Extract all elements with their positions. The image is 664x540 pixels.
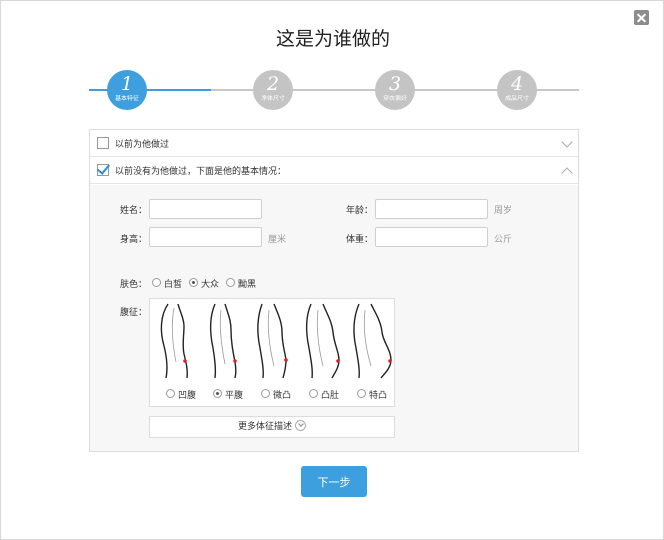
step-number: 2 [266,73,280,95]
height-unit: 厘米 [268,235,287,245]
height-label: 身高： [120,235,148,245]
belly-concave-figure-icon[interactable] [154,302,200,380]
step-4[interactable]: 4 成品尺寸 [497,70,537,110]
step-label: 成品尺寸 [505,94,529,102]
close-icon[interactable] [634,10,649,25]
next-step-button[interactable]: 下一步 [301,466,367,497]
more-features-button[interactable]: 更多体征描述 [149,416,395,438]
weight-input[interactable] [375,227,488,247]
belly-label: 腹征： [120,308,148,318]
name-input[interactable] [149,199,262,219]
belly-radio-convex[interactable] [309,389,318,398]
skin-option-label: 白皙 [164,280,183,290]
more-features-label: 更多体征描述 [237,422,292,432]
not-made-before-checkbox[interactable] [97,164,109,176]
option-made-before[interactable]: 以前为他做过 [90,130,578,157]
belly-radio-slight[interactable] [261,389,270,398]
belly-option-label: 凹腹 [178,391,197,401]
chevron-down-icon[interactable] [561,136,573,148]
chevron-down-circle-icon [295,420,306,431]
age-input[interactable] [375,199,488,219]
weight-unit: 公斤 [494,235,513,245]
belly-convex-figure-icon[interactable] [301,302,347,380]
belly-radio-flat[interactable] [213,389,222,398]
step-number: 1 [120,73,134,95]
skin-radio-fair[interactable] [152,278,161,287]
chevron-up-icon[interactable] [561,167,573,179]
profile-panel: 以前为他做过 以前没有为他做过，下面是他的基本情况： 姓名： 年龄： 周岁 身高… [89,129,579,452]
made-before-checkbox[interactable] [97,137,109,149]
belly-option-label: 凸肚 [321,391,340,401]
option-not-made-before[interactable]: 以前没有为他做过，下面是他的基本情况： [90,157,578,184]
step-number: 4 [510,73,524,95]
age-label: 年龄： [346,206,374,216]
belly-radio-extra[interactable] [357,389,366,398]
step-1[interactable]: 1 基本特征 [107,70,147,110]
age-unit: 周岁 [494,206,513,216]
not-made-before-label: 以前没有为他做过，下面是他的基本情况： [115,167,287,177]
belly-option-label: 特凸 [369,391,388,401]
belly-option-label: 平腹 [225,391,244,401]
step-2[interactable]: 2 净体尺寸 [253,70,293,110]
skin-option-label: 黝黑 [238,280,257,290]
skin-radio-dark[interactable] [226,278,235,287]
step-label: 基本特征 [115,94,139,102]
skin-label: 肤色： [120,280,148,290]
weight-label: 体重： [346,235,374,245]
dialog: 这是为谁做的 1 基本特征 2 净体尺寸 3 穿衣偏好 4 成品尺寸 以前为他做… [0,0,664,540]
skin-radio-average[interactable] [189,278,198,287]
skin-option-label: 大众 [201,280,220,290]
name-label: 姓名： [120,206,148,216]
belly-slight-figure-icon[interactable] [252,302,298,380]
belly-option-label: 微凸 [273,391,292,401]
step-number: 3 [388,73,402,95]
step-label: 穿衣偏好 [383,94,407,102]
made-before-label: 以前为他做过 [115,140,170,150]
step-3[interactable]: 3 穿衣偏好 [375,70,415,110]
belly-radio-concave[interactable] [166,389,175,398]
height-input[interactable] [149,227,262,247]
dialog-title: 这是为谁做的 [275,28,390,50]
belly-flat-figure-icon[interactable] [203,302,249,380]
belly-shape-selector: 凹腹 平腹 微凸 凸肚 特凸 [149,298,395,407]
belly-extra-figure-icon[interactable] [349,302,395,380]
step-label: 净体尺寸 [261,94,285,102]
